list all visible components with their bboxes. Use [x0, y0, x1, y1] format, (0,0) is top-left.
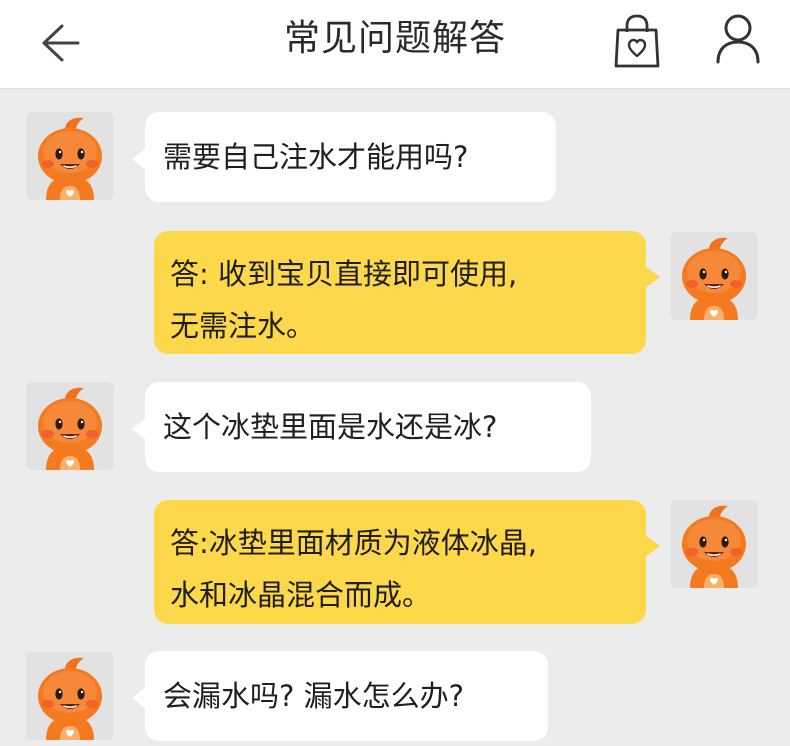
message-text: 这个冰垫里面是水还是冰? — [163, 410, 498, 444]
app-header: 常见问题解答 — [0, 0, 790, 89]
avatar — [26, 112, 114, 200]
chat-bubble-question: 需要自己注水才能用吗? — [132, 112, 556, 202]
chat-bubble-question: 会漏水吗? 漏水怎么办? — [132, 651, 548, 741]
message-text: 需要自己注水才能用吗? — [163, 140, 469, 174]
user-profile-icon — [716, 14, 760, 64]
message-line: 无需注水。 — [170, 309, 316, 343]
avatar — [26, 652, 114, 740]
message-line: 答:冰垫里面材质为液体冰晶, — [170, 526, 537, 560]
user-profile-button[interactable] — [712, 10, 764, 66]
chat-bubble-answer: 答: 收到宝贝直接即可使用, 无需注水。 — [154, 231, 660, 354]
mascot-icon — [26, 652, 114, 740]
chat-bubble-answer: 答:冰垫里面材质为液体冰晶, 水和冰晶混合而成。 — [154, 500, 660, 624]
avatar — [26, 382, 114, 470]
avatar — [670, 500, 758, 588]
shopping-bag-button[interactable] — [610, 12, 664, 72]
mascot-icon — [26, 112, 114, 200]
mascot-icon — [26, 382, 114, 470]
message-text: 会漏水吗? 漏水怎么办? — [163, 679, 465, 713]
mascot-icon — [670, 232, 758, 320]
shopping-bag-heart-icon — [614, 14, 660, 68]
avatar — [670, 232, 758, 320]
message-line: 答: 收到宝贝直接即可使用, — [170, 257, 518, 291]
message-line: 水和冰晶混合而成。 — [170, 578, 432, 612]
chat-bubble-question: 这个冰垫里面是水还是冰? — [132, 382, 591, 472]
page-title: 常见问题解答 — [283, 18, 506, 59]
mascot-icon — [670, 500, 758, 588]
